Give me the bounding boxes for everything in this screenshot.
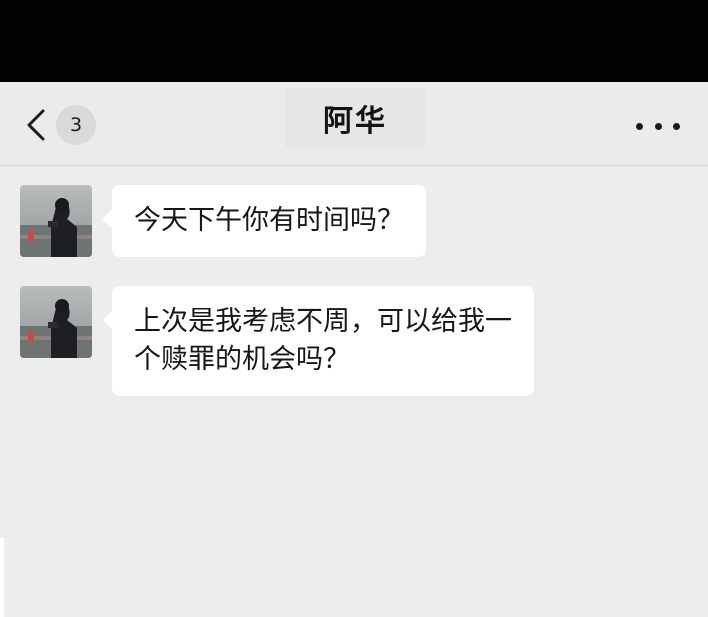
unread-count-badge: 3 [56, 105, 96, 145]
message-text-line: 上次是我考虑不周，可以给我一 [134, 306, 512, 337]
dot [673, 122, 680, 130]
message-text-line: 个赎罪的机会吗？ [134, 344, 350, 375]
dot [636, 122, 643, 130]
message-bubble[interactable]: 今天下午你有时间吗？ [102, 185, 426, 257]
chevron-left-icon [22, 105, 50, 145]
edge-strip [0, 538, 4, 617]
top-black-bar [0, 0, 708, 82]
title-area: 阿华 [285, 88, 425, 148]
contact-avatar[interactable] [20, 286, 92, 358]
chat-title: 阿华 [323, 104, 387, 139]
back-button[interactable]: 3 [22, 104, 102, 146]
nav-bar: 3 阿华 [0, 82, 708, 166]
dot [654, 122, 662, 130]
message-bubble[interactable]: 上次是我考虑不周，可以给我一 个赎罪的机会吗？ [102, 286, 534, 396]
message-row: 今天下午你有时间吗？ [20, 185, 426, 257]
message-row: 上次是我考虑不周，可以给我一 个赎罪的机会吗？ [20, 286, 534, 396]
contact-avatar[interactable] [20, 185, 92, 257]
message-text: 今天下午你有时间吗？ [134, 205, 404, 236]
chat-screen: 3 阿华 今天下午你有时间吗？ 上次是我考虑不周，可以给我一 个赎罪的机会吗？ [0, 82, 708, 617]
more-options-icon[interactable] [636, 112, 680, 140]
